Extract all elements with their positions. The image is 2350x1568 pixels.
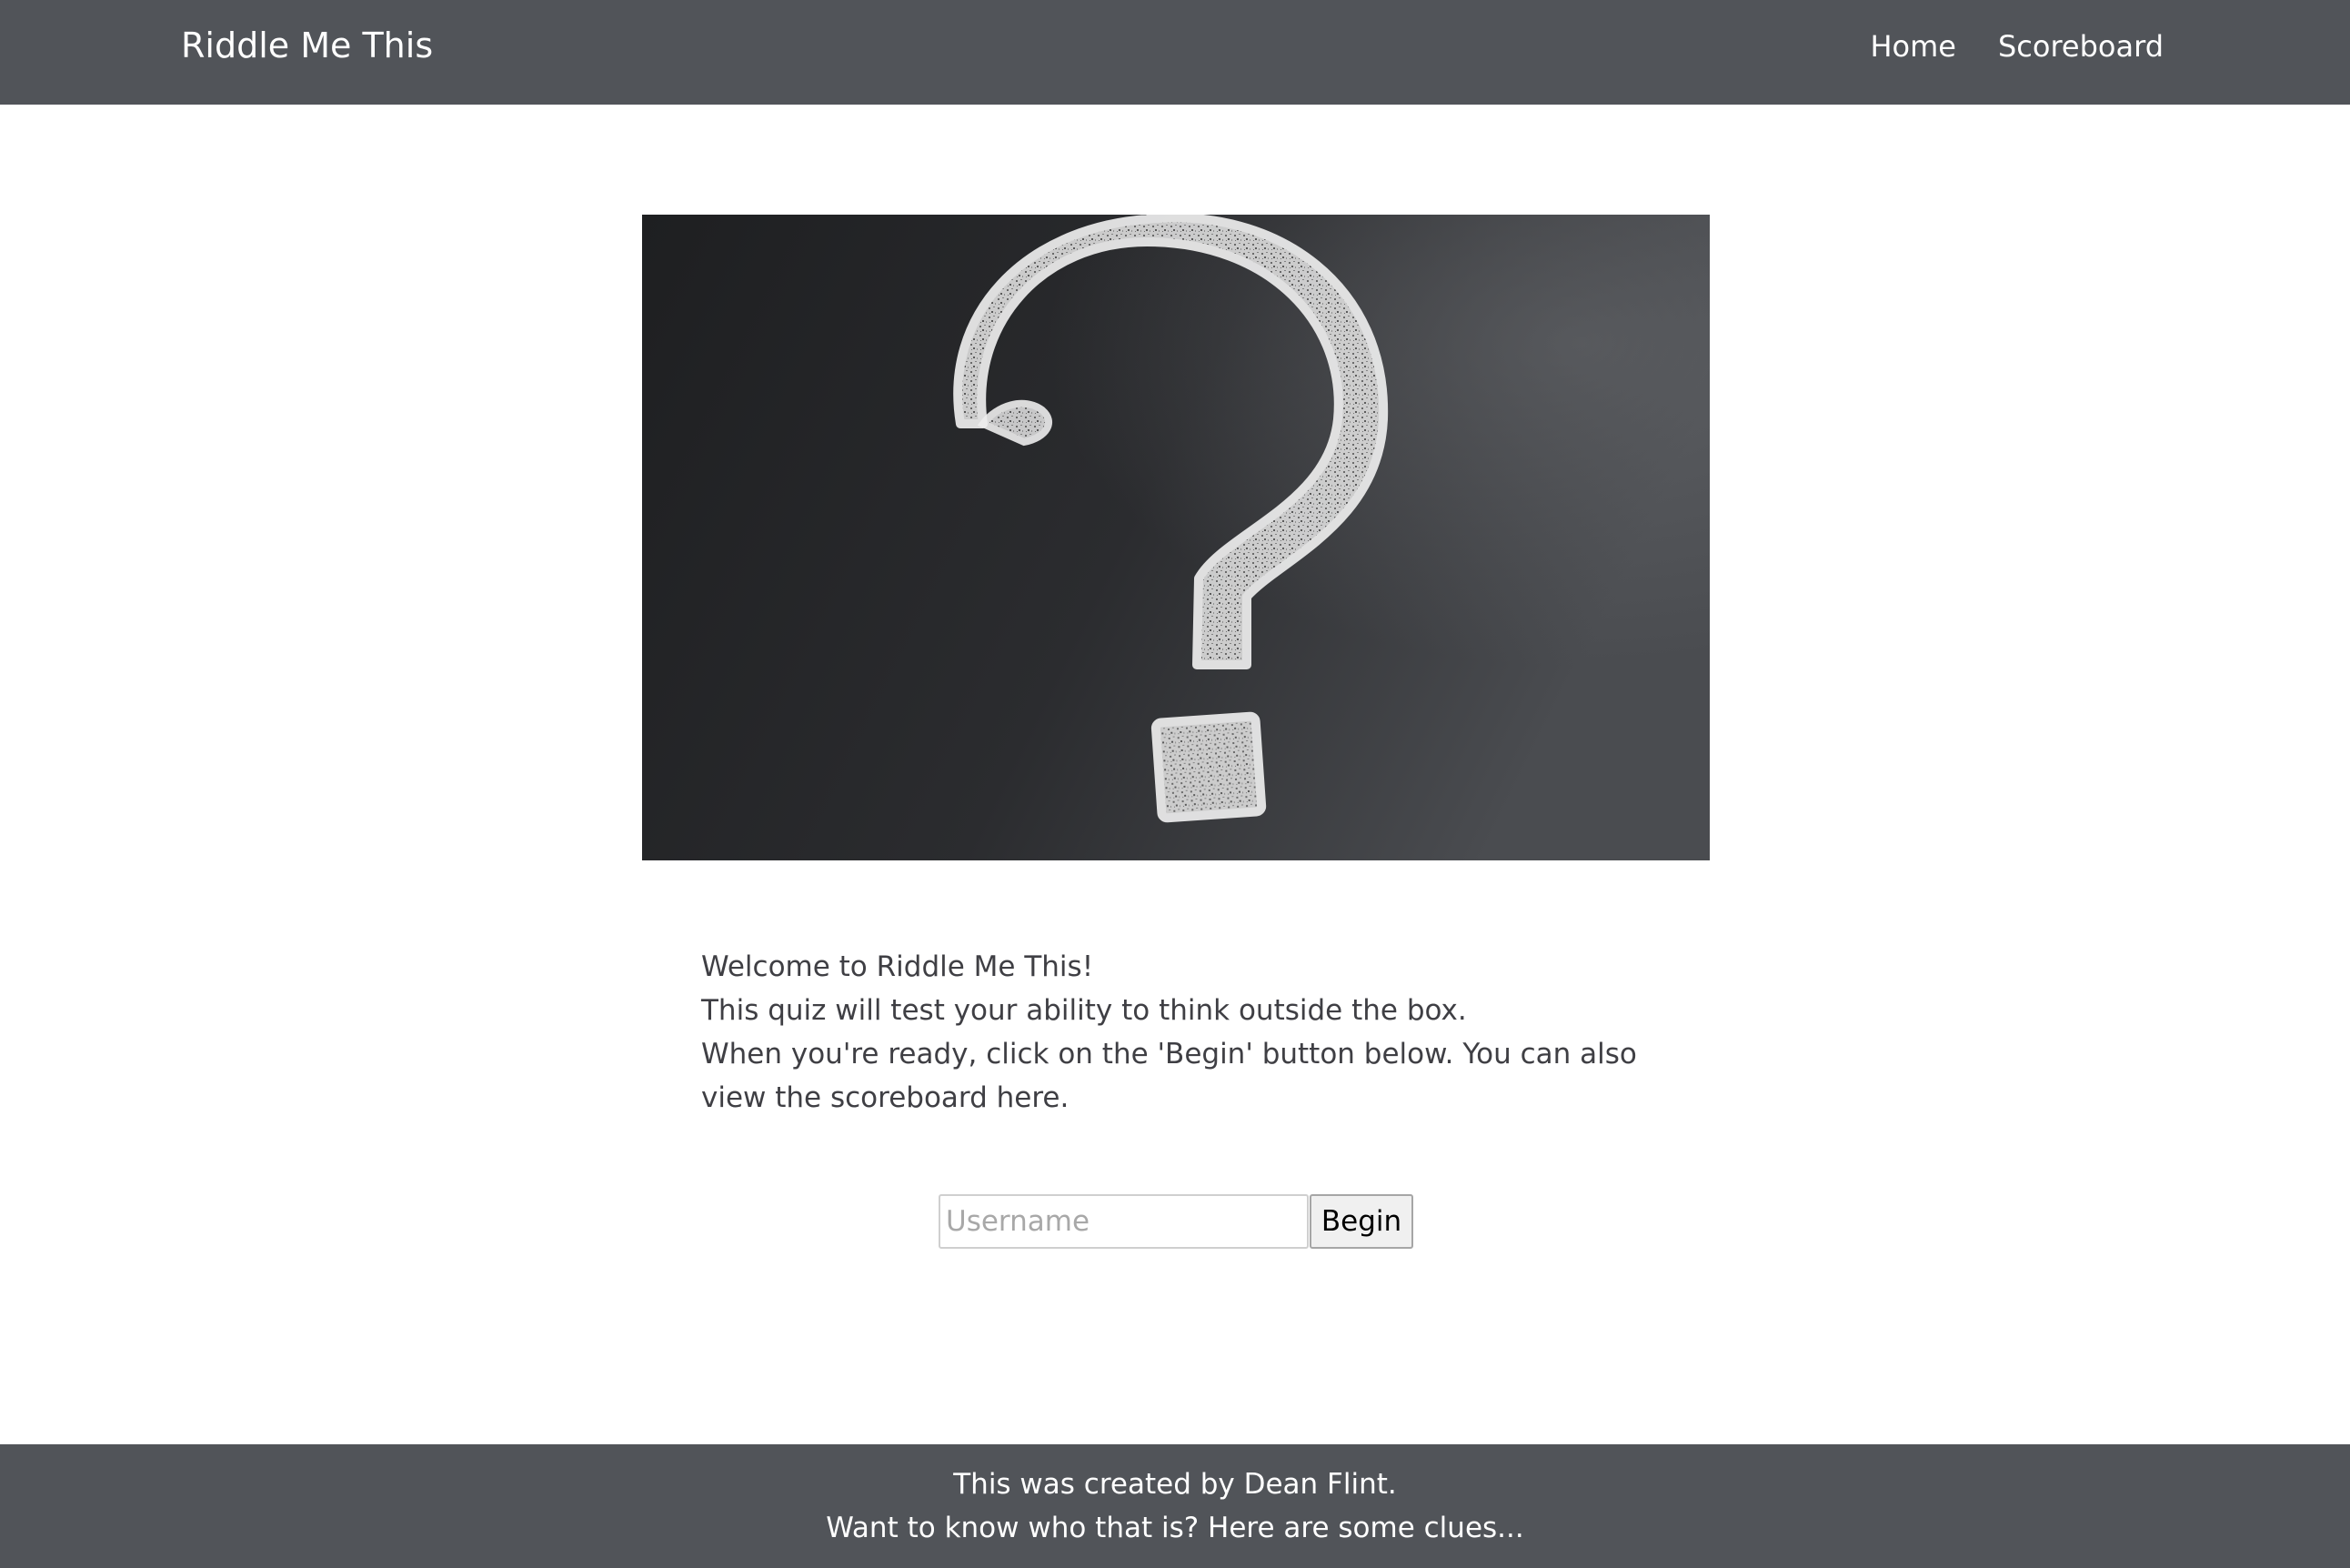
intro-text: Welcome to Riddle Me This! This quiz wil… bbox=[701, 945, 1665, 1120]
intro-line-instructions: When you're ready, click on the 'Begin' … bbox=[701, 1038, 1637, 1114]
nav-link-scoreboard[interactable]: Scoreboard bbox=[1998, 25, 2164, 67]
footer: This was created by Dean Flint. Want to … bbox=[0, 1444, 2350, 1568]
chalk-question-mark-icon bbox=[642, 215, 1710, 860]
hero-image bbox=[642, 215, 1710, 860]
start-form: Begin bbox=[939, 1194, 1413, 1249]
username-input[interactable] bbox=[939, 1194, 1309, 1249]
intro-line-description: This quiz will test your ability to thin… bbox=[701, 994, 1467, 1027]
nav-links: Home Scoreboard bbox=[1870, 25, 2164, 67]
footer-credit: This was created by Dean Flint. bbox=[953, 1468, 1397, 1501]
brand-link[interactable]: Riddle Me This bbox=[181, 20, 433, 71]
begin-button[interactable]: Begin bbox=[1310, 1194, 1413, 1249]
footer-clues: Want to know who that is? Here are some … bbox=[826, 1512, 1524, 1544]
intro-line-welcome: Welcome to Riddle Me This! bbox=[701, 950, 1094, 983]
navbar: Riddle Me This Home Scoreboard bbox=[0, 0, 2350, 105]
nav-link-home[interactable]: Home bbox=[1870, 25, 1956, 67]
